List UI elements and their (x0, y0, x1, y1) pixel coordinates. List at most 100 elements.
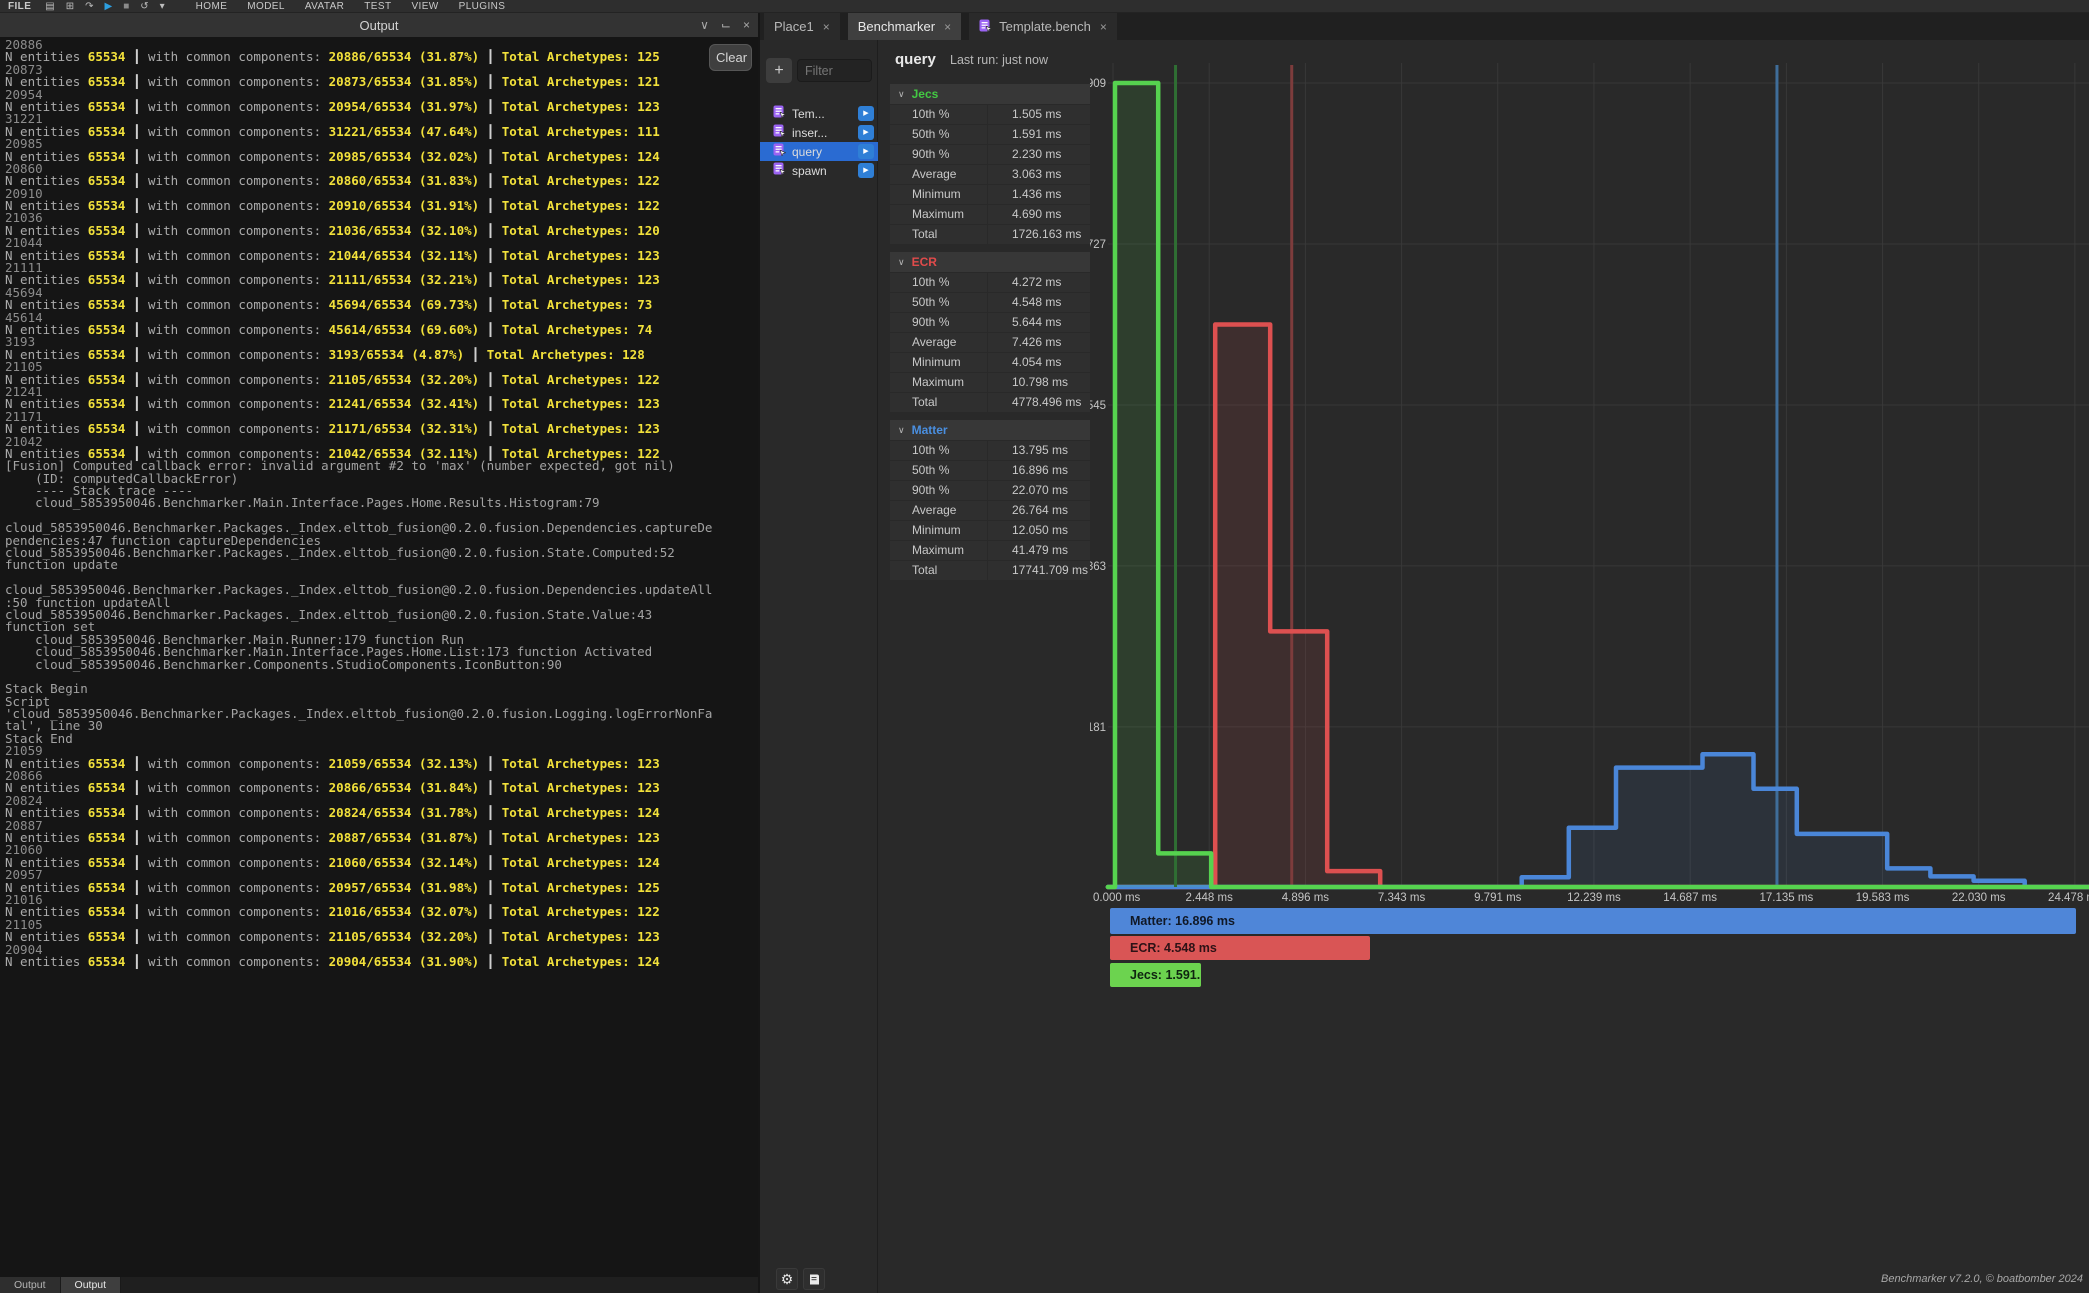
stats-label: Maximum (890, 373, 987, 392)
stats-section-ecr: ∨ECR10th %4.272 ms50th %4.548 ms90th %5.… (890, 252, 1090, 412)
benchmark-item-Tem[interactable]: Tem...▶ (760, 104, 878, 123)
menu-avatar[interactable]: AVATAR (305, 1, 344, 12)
clear-button[interactable]: Clear (709, 44, 752, 71)
stats-row: 90th %2.230 ms (890, 145, 1090, 164)
stats-value: 3.063 ms (988, 165, 1090, 184)
x-axis-tick-label: 0.000 ms (1093, 892, 1141, 904)
output-tab[interactable]: Output (0, 1277, 61, 1293)
menu-plugins[interactable]: PLUGINS (459, 1, 506, 12)
stats-row: 10th %4.272 ms (890, 273, 1090, 292)
menu-view[interactable]: VIEW (411, 1, 438, 12)
output-panel-header: Output ∨ ⌙ × (0, 13, 758, 37)
output-tab[interactable]: Output (61, 1277, 122, 1293)
plugin-footer-buttons: ⚙ (776, 1268, 825, 1290)
run-benchmark-button[interactable]: ▶ (858, 144, 874, 159)
y-axis-tick-label: 727 (1090, 239, 1106, 251)
stats-value: 16.896 ms (988, 461, 1090, 480)
x-axis-tick-label: 22.030 ms (1952, 892, 2006, 904)
stats-label: 90th % (890, 313, 987, 332)
stats-value: 26.764 ms (988, 501, 1090, 520)
console-error-line: cloud_5853950046.Benchmarker.Packages._I… (5, 609, 758, 621)
stats-label: 90th % (890, 145, 987, 164)
benchmark-item-label: query (792, 145, 822, 159)
output-console[interactable]: 20886N entities 65534 ┃ with common comp… (0, 37, 758, 1277)
redo-icon[interactable]: ↷ (85, 0, 93, 13)
run-benchmark-button[interactable]: ▶ (858, 106, 874, 121)
run-benchmark-button[interactable]: ▶ (858, 125, 874, 140)
histogram-chart: 1813635457279090.000 ms2.448 ms4.896 ms7… (1090, 55, 2089, 995)
stats-value: 1.505 ms (988, 105, 1090, 124)
stats-value: 22.070 ms (988, 481, 1090, 500)
caret-down-icon[interactable]: ▾ (160, 0, 165, 13)
console-line: N entities 65534 ┃ with common component… (5, 101, 758, 113)
stats-label: Maximum (890, 205, 987, 224)
x-axis-tick-label: 9.791 ms (1474, 892, 1522, 904)
stats-label: 50th % (890, 293, 987, 312)
chevron-down-icon[interactable]: ∨ (700, 13, 709, 37)
tab-place1[interactable]: Place1 × (764, 13, 840, 40)
play-icon[interactable]: ▶ (105, 0, 113, 13)
console-line: N entities 65534 ┃ with common component… (5, 956, 758, 968)
console-error-line: Stack End (5, 733, 758, 745)
stats-row: 90th %5.644 ms (890, 313, 1090, 332)
stop-icon[interactable]: ■ (123, 0, 129, 13)
dock-icon[interactable]: ⌙ (721, 13, 731, 37)
docs-book-button[interactable] (803, 1268, 825, 1290)
stats-section-header-ecr[interactable]: ∨ECR (890, 252, 1090, 272)
console-error-line: cloud_5853950046.Benchmarker.Components.… (5, 659, 758, 671)
console-line: N entities 65534 ┃ with common component… (5, 175, 758, 187)
stats-row: Maximum10.798 ms (890, 373, 1090, 392)
tab-benchmarker[interactable]: Benchmarker× (848, 13, 961, 40)
close-icon[interactable]: × (743, 13, 750, 37)
benchmark-item-spawn[interactable]: spawn▶ (760, 161, 878, 180)
stats-row: Maximum41.479 ms (890, 541, 1090, 560)
settings-gear-button[interactable]: ⚙ (776, 1268, 798, 1290)
undo-icon[interactable]: ↺ (140, 0, 148, 13)
stats-value: 1.436 ms (988, 185, 1090, 204)
stats-section-name: ECR (912, 255, 937, 269)
filter-input[interactable] (797, 59, 872, 82)
stats-label: Average (890, 165, 987, 184)
insert-icon[interactable]: ⊞ (66, 0, 74, 13)
menu-test[interactable]: TEST (364, 1, 391, 12)
benchmark-title: query (895, 51, 936, 68)
stats-value: 4.548 ms (988, 293, 1090, 312)
benchmark-item-query[interactable]: query ▶ (760, 142, 878, 161)
stats-row: 10th %13.795 ms (890, 441, 1090, 460)
menu-home[interactable]: HOME (196, 1, 228, 12)
close-icon[interactable]: × (1100, 20, 1107, 34)
stats-section-header-jecs[interactable]: ∨Jecs (890, 84, 1090, 104)
stats-row: Total17741.709 ms (890, 561, 1090, 580)
copy-icon[interactable]: ▤ (45, 0, 54, 13)
stats-label: 90th % (890, 481, 987, 500)
script-icon (773, 124, 786, 137)
x-axis-tick-label: 14.687 ms (1663, 892, 1717, 904)
tab-label: Place1 (774, 19, 814, 34)
benchmark-item-inser[interactable]: inser...▶ (760, 123, 878, 142)
top-menubar: FILE ▤ ⊞ ↷ ▶ ■ ↺ ▾ HOME MODEL AVATAR TEST VIEW PLUGIN… (0, 0, 2089, 13)
console-error-line (5, 671, 758, 683)
y-axis-tick-label: 545 (1090, 400, 1106, 412)
run-benchmark-button[interactable]: ▶ (858, 163, 874, 178)
close-icon[interactable]: × (823, 20, 830, 34)
stats-row: 10th %1.505 ms (890, 105, 1090, 124)
close-icon[interactable]: × (944, 20, 951, 34)
stats-row: 50th %1.591 ms (890, 125, 1090, 144)
stats-label: Maximum (890, 541, 987, 560)
add-benchmark-button[interactable]: + (766, 58, 792, 83)
menu-file[interactable]: FILE (8, 1, 31, 12)
benchmarker-panel: Place1×Benchmarker×Template.bench× + Tem… (760, 13, 2089, 1293)
console-error-line: function update (5, 559, 758, 571)
stats-section-header-matter[interactable]: ∨Matter (890, 420, 1090, 440)
x-axis-tick-label: 24.478 ms (2048, 892, 2089, 904)
output-panel-title: Output (359, 18, 398, 33)
console-line: N entities 65534 ┃ with common component… (5, 374, 758, 386)
menu-model[interactable]: MODEL (247, 1, 285, 12)
stats-row: Minimum12.050 ms (890, 521, 1090, 540)
stats-row: 50th %16.896 ms (890, 461, 1090, 480)
console-error-line: tal', Line 30 (5, 720, 758, 732)
stats-value: 41.479 ms (988, 541, 1090, 560)
x-axis-tick-label: 4.896 ms (1282, 892, 1330, 904)
tab-template-bench[interactable]: Template.bench× (969, 13, 1117, 40)
console-line: N entities 65534 ┃ with common component… (5, 857, 758, 869)
